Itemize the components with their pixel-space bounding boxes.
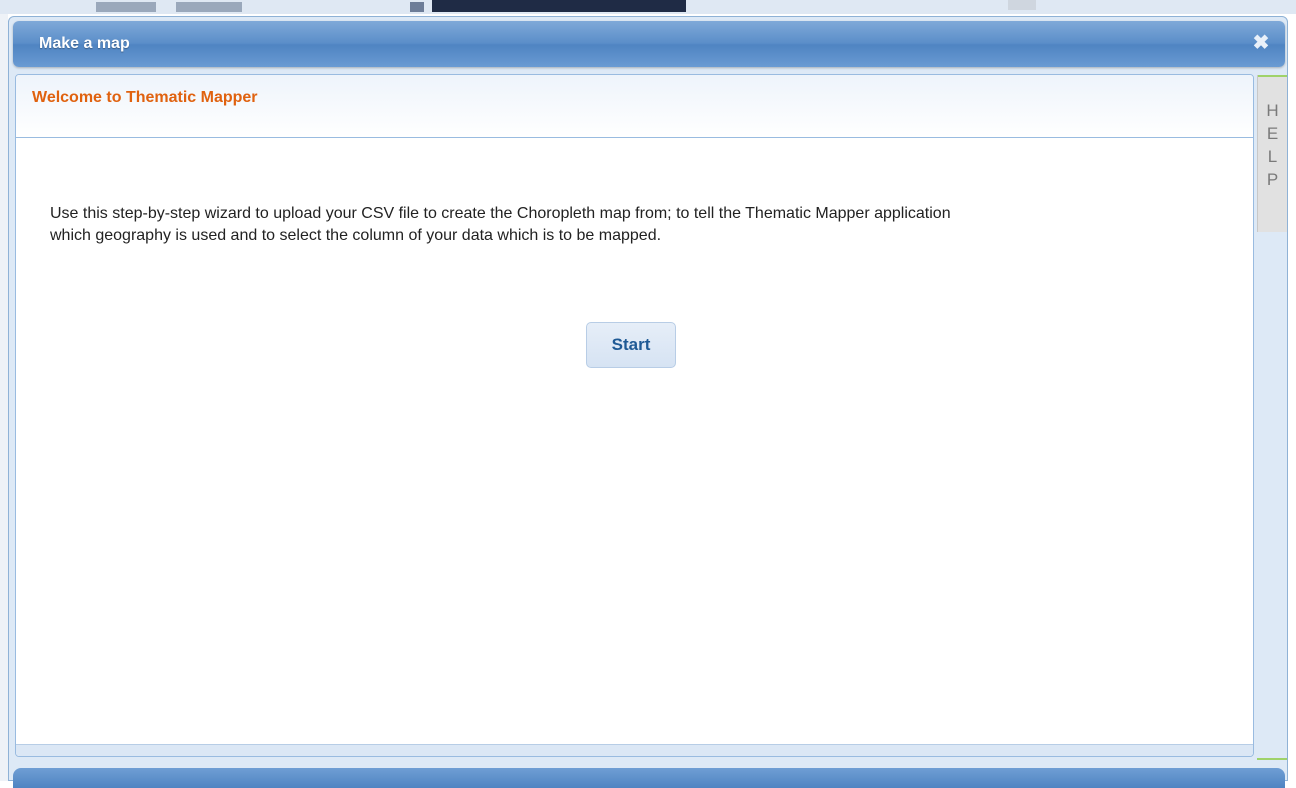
help-letter: L	[1267, 147, 1278, 166]
panel-header: Welcome to Thematic Mapper	[16, 75, 1253, 138]
dialog-titlebar[interactable]: Make a map ✖	[13, 21, 1285, 67]
intro-line-2: which geography is used and to select th…	[50, 227, 662, 244]
background-dark-region	[432, 0, 686, 12]
background-element	[1008, 0, 1036, 10]
close-icon[interactable]: ✖	[1251, 33, 1271, 53]
background-element	[96, 2, 156, 12]
panel-title: Welcome to Thematic Mapper	[32, 89, 258, 106]
wizard-panel: Welcome to Thematic Mapper Use this step…	[15, 74, 1254, 757]
start-button[interactable]: Start	[586, 322, 676, 368]
background-element	[410, 2, 424, 12]
dialog-title: Make a map	[39, 35, 130, 52]
intro-text: Use this step-by-step wizard to upload y…	[50, 203, 1230, 247]
intro-line-1: Use this step-by-step wizard to upload y…	[50, 205, 951, 222]
help-tab-accent	[1258, 75, 1287, 77]
make-a-map-dialog: Make a map ✖ Welcome to Thematic Mapper …	[8, 16, 1288, 788]
help-letter: E	[1266, 124, 1279, 143]
panel-footer	[16, 744, 1253, 756]
dialog-bottom-bar	[13, 768, 1285, 788]
background-left-edge	[0, 14, 8, 781]
background-element	[176, 2, 242, 12]
help-tab-label: H E L P	[1258, 99, 1287, 191]
help-letter: H	[1266, 101, 1279, 120]
help-letter: P	[1266, 170, 1279, 189]
help-tab-bottom-accent	[1257, 758, 1287, 760]
help-tab[interactable]: H E L P	[1257, 75, 1287, 232]
